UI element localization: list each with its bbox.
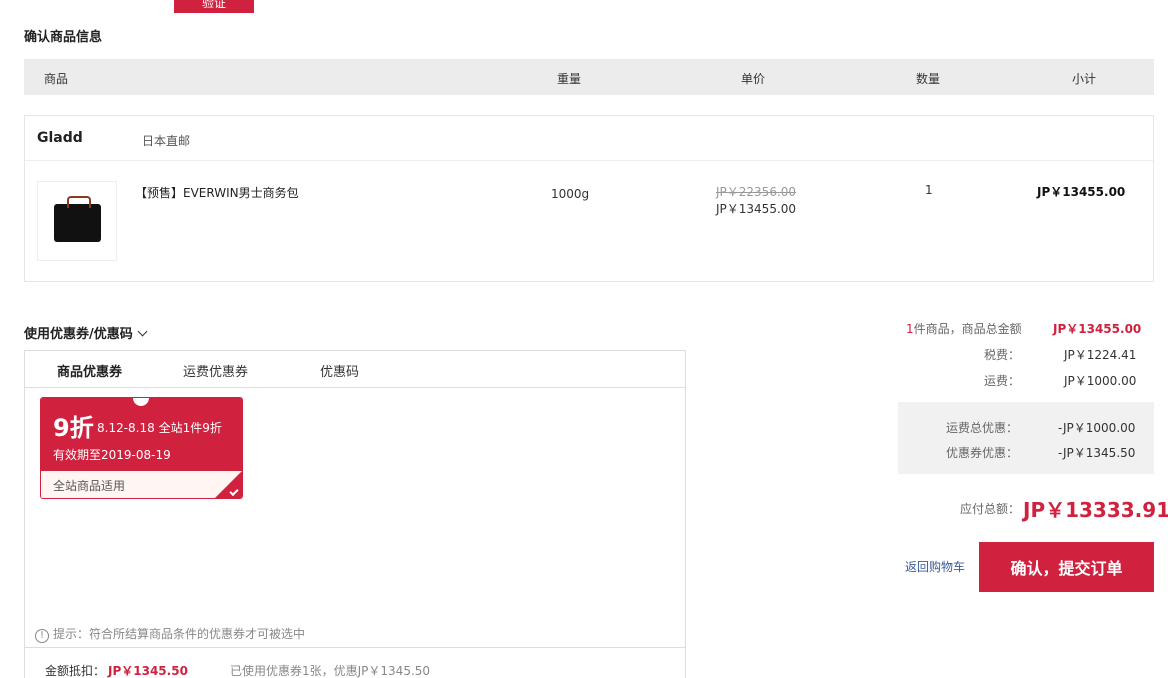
total-value: JP￥13333.91	[1023, 498, 1168, 522]
coupon-section-title: 使用优惠券/优惠码	[24, 327, 133, 342]
coupon-discount: 9折	[53, 414, 94, 442]
coupon-card[interactable]: 9折 8.12-8.18 全站1件9折 有效期至2019-08-19 全站商品适…	[40, 397, 243, 499]
coupon-scope: 全站商品适用	[53, 479, 126, 493]
coupon-tip: ! 提示：符合所结算商品条件的优惠券才可被选中	[35, 625, 305, 643]
price-current: JP￥13455.00	[716, 202, 797, 216]
tax-label: 税费：	[984, 348, 1021, 362]
tab-product-coupon[interactable]: 商品优惠券	[57, 361, 122, 380]
shipping-discount-label: 运费总优惠：	[946, 421, 1019, 435]
tax-value: JP￥1224.41	[1064, 348, 1137, 362]
product-weight: 1000g	[551, 187, 590, 201]
coupon-tip-text: 提示：符合所结算商品条件的优惠券才可被选中	[53, 627, 306, 641]
shop-header: Gladd 日本直邮	[25, 116, 1153, 161]
coupon-notch	[133, 398, 149, 406]
item-count-label: 件商品，商品总金额	[913, 322, 1022, 336]
header-quantity: 数量	[916, 72, 941, 86]
discount-value: JP￥1345.50	[108, 664, 188, 678]
header-weight: 重量	[557, 72, 582, 86]
coupon-discount-value: -JP￥1345.50	[1058, 446, 1136, 460]
coupon-panel: 商品优惠券 运费优惠券 优惠码 9折 8.12-8.18 全站1件9折 有效期至…	[24, 350, 686, 678]
product-quantity: 1	[925, 183, 933, 197]
shop-order-box: Gladd 日本直邮 【预售】EVERWIN男士商务包 1000g JP￥223…	[24, 115, 1154, 282]
product-name[interactable]: 【预售】EVERWIN男士商务包	[135, 184, 299, 201]
total-label: 应付总额：	[960, 502, 1021, 516]
discount-summary-box: 运费总优惠： -JP￥1000.00 优惠券优惠： -JP￥1345.50	[898, 402, 1154, 474]
shop-tag: 日本直邮	[142, 134, 191, 148]
summary-item-count: 1件商品，商品总金额	[906, 320, 1022, 337]
header-subtotal: 小计	[1072, 72, 1097, 86]
info-icon: !	[35, 629, 49, 643]
header-unit-price: 单价	[741, 72, 766, 86]
coupon-validity: 有效期至2019-08-19	[53, 448, 171, 462]
selected-corner	[214, 471, 242, 498]
discount-label: 金额抵扣：	[45, 664, 106, 678]
shipping-discount-value: -JP￥1000.00	[1058, 421, 1136, 435]
coupon-section-toggle[interactable]: 使用优惠券/优惠码	[24, 323, 148, 342]
coupon-card-top: 9折 8.12-8.18 全站1件9折 有效期至2019-08-19	[41, 398, 242, 471]
used-coupon-info: 已使用优惠券1张，优惠JP￥1345.50	[230, 664, 431, 678]
coupon-card-bottom: 全站商品适用	[41, 471, 242, 498]
tab-promo-code[interactable]: 优惠码	[320, 361, 359, 380]
shipping-value: JP￥1000.00	[1064, 374, 1137, 388]
price-original: JP￥22356.00	[716, 185, 797, 199]
verify-button[interactable]: 验证	[174, 0, 254, 13]
section-title: 确认商品信息	[24, 30, 103, 45]
coupon-footer: 金额抵扣： JP￥1345.50 已使用优惠券1张，优惠JP￥1345.50	[25, 647, 685, 678]
shipping-label: 运费：	[984, 374, 1021, 388]
briefcase-icon	[54, 196, 101, 242]
item-count: 1	[906, 322, 914, 336]
product-subtotal: JP￥13455.00	[1037, 185, 1126, 199]
table-header: 商品 重量 单价 数量 小计	[24, 59, 1154, 95]
product-image[interactable]	[37, 181, 117, 261]
submit-order-button[interactable]: 确认，提交订单	[979, 542, 1154, 592]
back-to-cart-link[interactable]: 返回购物车	[905, 558, 965, 575]
coupon-discount-label: 优惠券优惠：	[946, 446, 1019, 460]
tab-shipping-coupon[interactable]: 运费优惠券	[183, 361, 248, 380]
shop-name: Gladd	[37, 130, 83, 146]
items-total: JP￥13455.00	[1053, 322, 1142, 336]
header-product: 商品	[44, 72, 69, 86]
coupon-tabs: 商品优惠券 运费优惠券 优惠码	[25, 351, 685, 388]
coupon-description: 8.12-8.18 全站1件9折	[97, 421, 222, 435]
chevron-down-icon	[137, 326, 148, 337]
